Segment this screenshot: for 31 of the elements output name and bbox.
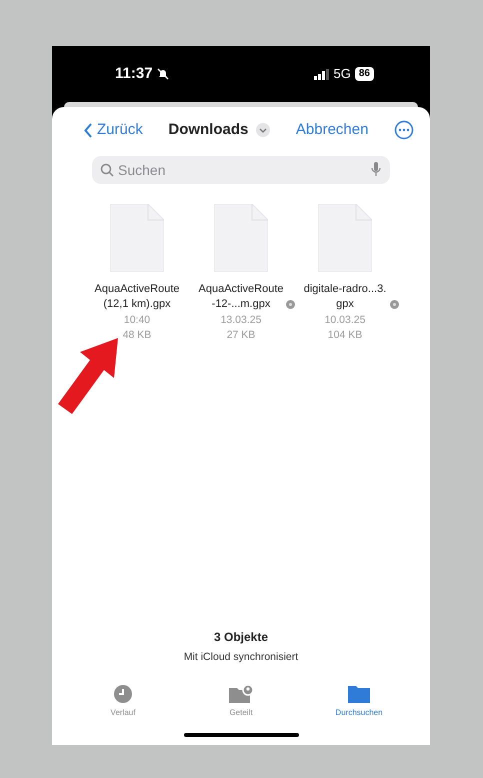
file-date: 10.03.25 xyxy=(324,312,366,326)
folder-icon xyxy=(347,684,371,704)
microphone-icon[interactable] xyxy=(371,162,381,176)
file-size: 27 KB xyxy=(226,328,256,342)
bell-slash-icon xyxy=(156,68,169,80)
shared-folder-icon xyxy=(228,684,254,704)
file-name: AquaActiveRoute (12,1 km).gpx xyxy=(94,282,180,312)
file-date: 10:40 xyxy=(124,312,150,326)
search-icon xyxy=(100,162,114,176)
search-field[interactable]: Suchen xyxy=(92,156,390,184)
sync-status: Mit iCloud synchronisiert xyxy=(184,650,298,666)
file-date: 13.03.25 xyxy=(220,312,262,326)
file-size: 48 KB xyxy=(122,328,152,342)
status-time: 11:37 xyxy=(115,64,153,84)
network-label: 5G xyxy=(334,65,351,84)
cancel-button[interactable]: Abbrechen xyxy=(296,119,368,142)
chevron-left-icon xyxy=(84,122,93,138)
item-count: 3 Objekte xyxy=(214,629,268,646)
file-name: digitale-radro...3.gpx xyxy=(302,282,388,312)
tab-item[interactable]: Geteilt xyxy=(182,684,300,719)
battery-indicator: 86 xyxy=(354,67,374,81)
signal-icon xyxy=(314,68,330,80)
back-button[interactable]: Zurück xyxy=(84,119,143,142)
clock-icon xyxy=(113,684,133,704)
tab-item[interactable]: Verlauf xyxy=(64,684,182,719)
file-size: 104 KB xyxy=(328,328,362,342)
tab-item[interactable]: Durchsuchen xyxy=(300,684,418,719)
more-icon[interactable] xyxy=(394,120,414,140)
folder-title: Downloads xyxy=(168,120,248,140)
chevron-down-icon[interactable] xyxy=(256,123,270,138)
file-name: AquaActiveRoute-12-...m.gpx xyxy=(198,282,284,312)
